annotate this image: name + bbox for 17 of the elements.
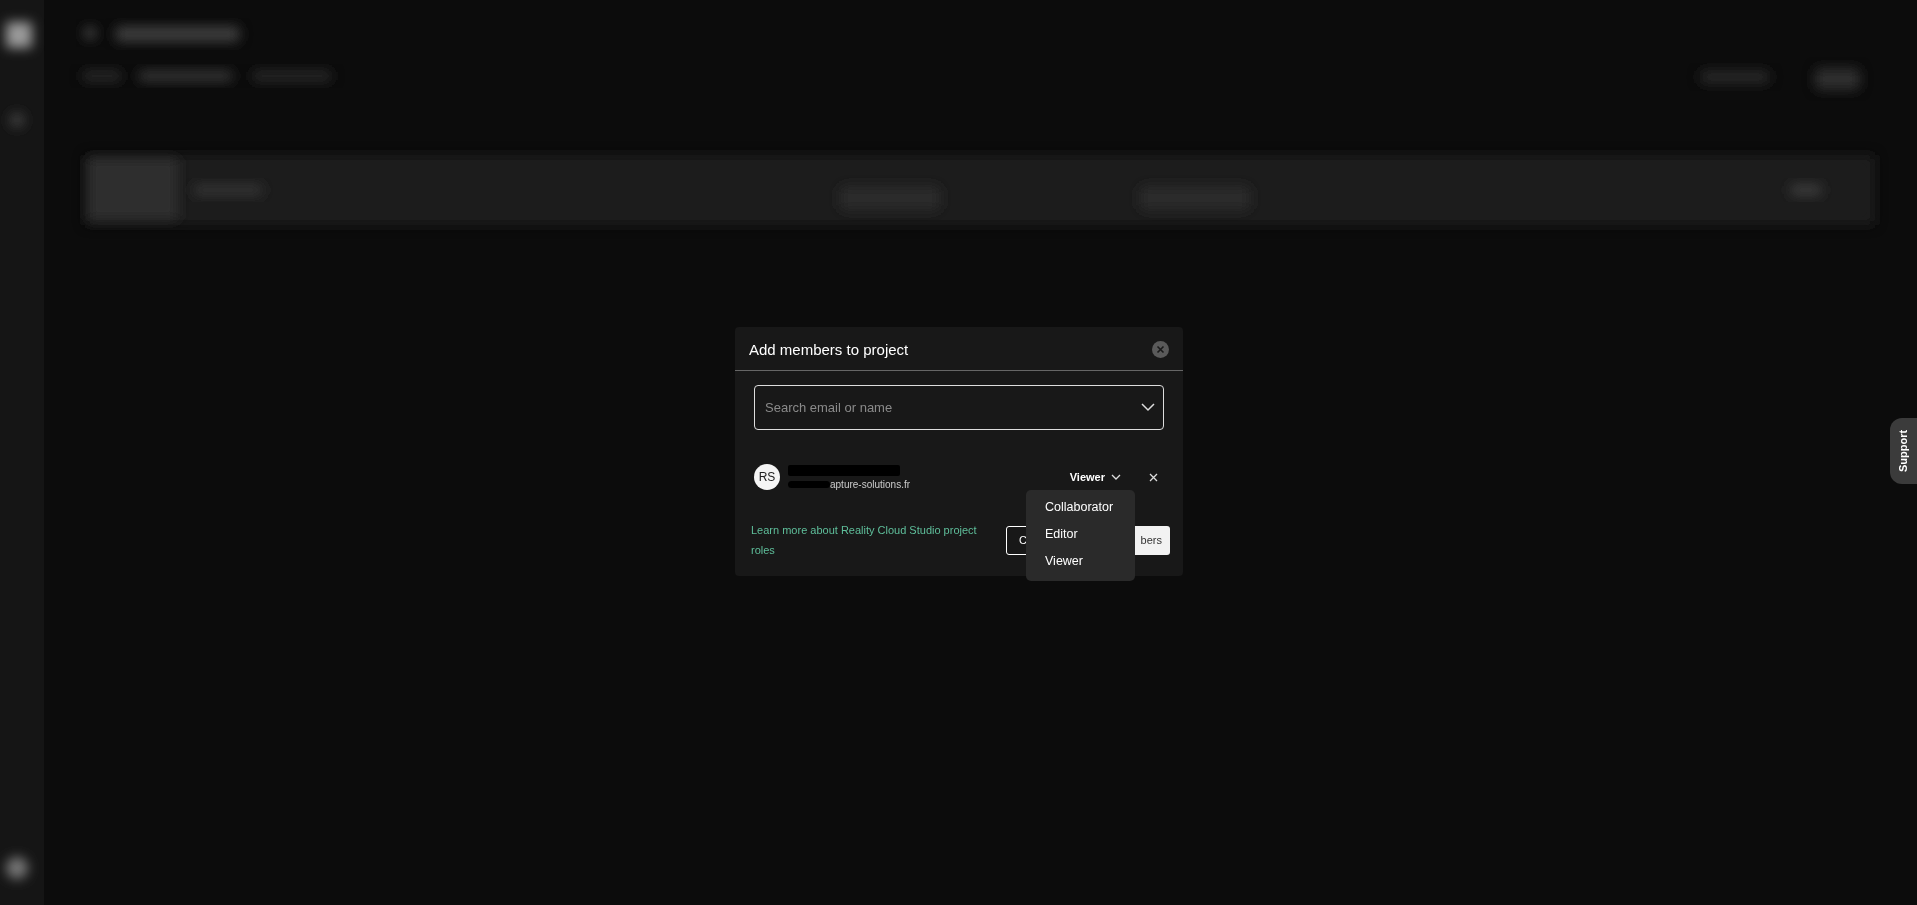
- member-email: apture-solutions.fr: [830, 478, 911, 490]
- menu-item[interactable]: Viewer: [1026, 548, 1135, 575]
- close-icon[interactable]: [1152, 341, 1169, 358]
- search-field[interactable]: Search email or name: [754, 385, 1164, 430]
- support-tab[interactable]: Support: [1890, 418, 1917, 484]
- learn-more-link[interactable]: Learn more about Reality Cloud Studio project roles: [751, 520, 991, 560]
- chevron-down-icon: [1111, 473, 1121, 481]
- menu-item[interactable]: Editor: [1026, 521, 1135, 548]
- role-dropdown[interactable]: Viewer: [1069, 471, 1121, 483]
- redaction-mark: [788, 480, 830, 488]
- blurred-avatar: [6, 857, 28, 879]
- chevron-down-icon[interactable]: [1141, 402, 1155, 412]
- remove-icon[interactable]: [1149, 472, 1158, 482]
- menu-item[interactable]: Collaborator: [1026, 494, 1135, 521]
- blurred-logo: [6, 22, 32, 48]
- dialog-title: Add members to project: [749, 341, 909, 358]
- avatar-initials: RS: [754, 464, 780, 490]
